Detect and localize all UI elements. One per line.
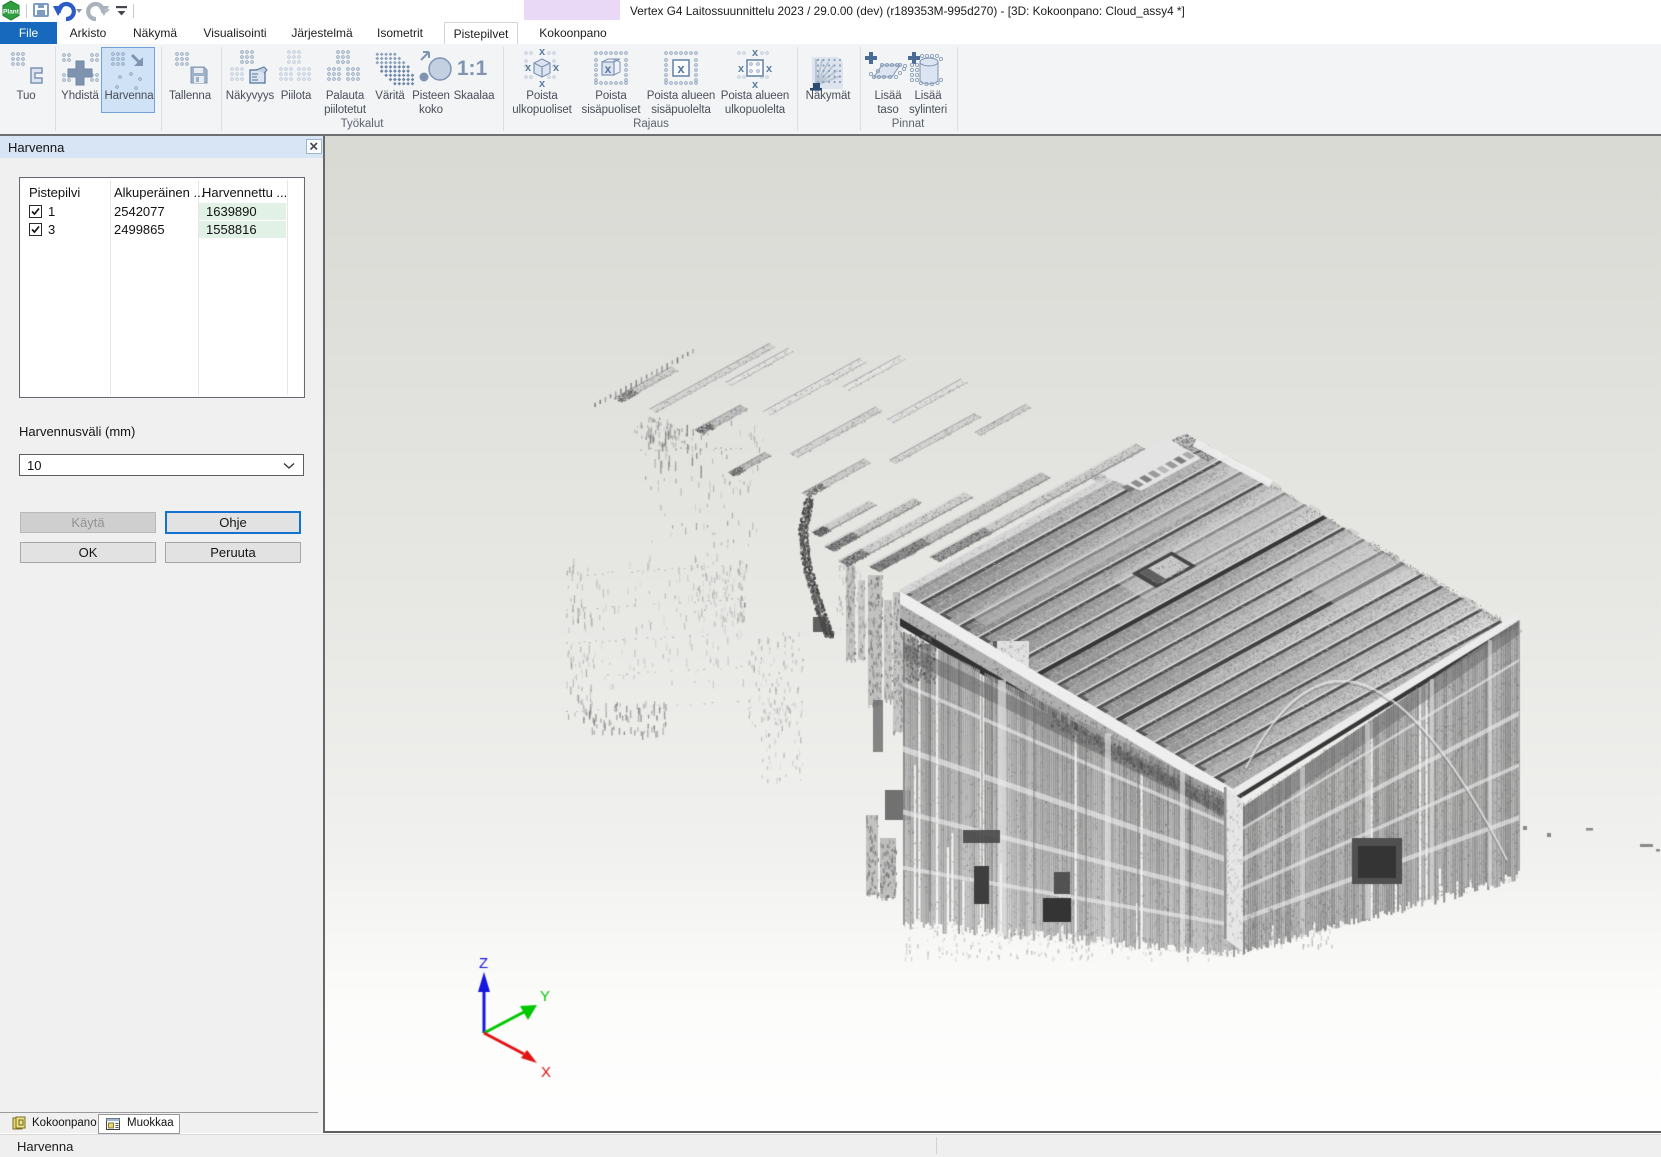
svg-text:x: x	[553, 62, 560, 74]
svg-text:x: x	[766, 63, 773, 75]
svg-text:x: x	[752, 79, 759, 91]
svg-text:x: x	[525, 62, 532, 74]
svg-text:x: x	[605, 62, 612, 76]
svg-text:x: x	[677, 61, 685, 76]
svg-text:Plant: Plant	[3, 9, 20, 16]
svg-text:x: x	[539, 78, 546, 90]
svg-text:1:1: 1:1	[457, 57, 488, 80]
svg-text:x: x	[738, 63, 745, 75]
svg-text:x: x	[752, 47, 759, 59]
svg-text:x: x	[539, 47, 546, 58]
